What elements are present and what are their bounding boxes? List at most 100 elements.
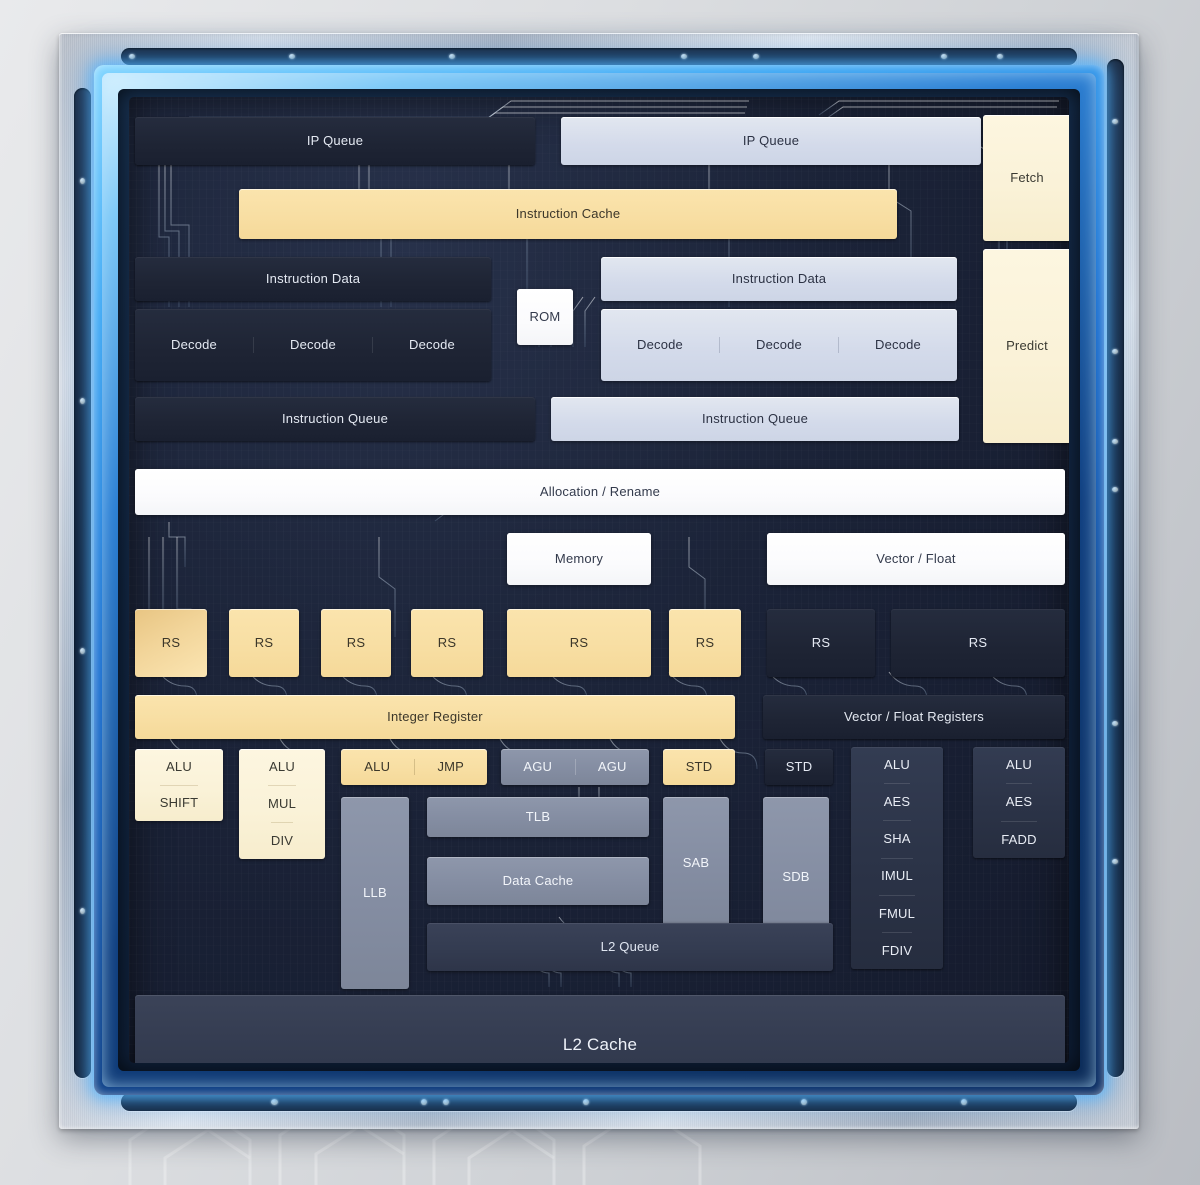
slot-pin bbox=[1112, 721, 1118, 726]
exec-unit-imul[interactable]: IMUL bbox=[881, 857, 913, 895]
block-fp-pipe-1[interactable]: ALU AES FADD bbox=[973, 747, 1065, 858]
block-label: IP Queue bbox=[742, 132, 800, 148]
block-std-gold[interactable]: STD bbox=[663, 749, 735, 785]
slot-pin bbox=[1112, 439, 1118, 444]
block-vector-float-registers[interactable]: Vector / Float Registers bbox=[763, 695, 1065, 739]
slot-pin bbox=[443, 1099, 449, 1105]
block-label: TLB bbox=[525, 808, 551, 824]
block-label: Fetch bbox=[1010, 169, 1044, 185]
block-allocation-rename[interactable]: Allocation / Rename bbox=[135, 469, 1065, 515]
exec-unit-agu[interactable]: AGU bbox=[574, 758, 650, 776]
exec-unit-div[interactable]: DIV bbox=[270, 822, 294, 859]
block-exec-port2[interactable]: ALU JMP bbox=[341, 749, 487, 785]
block-rs-vector-1[interactable]: RS bbox=[891, 609, 1065, 677]
decode-unit[interactable]: Decode bbox=[253, 336, 372, 354]
decode-unit[interactable]: Decode bbox=[601, 337, 719, 353]
block-agu-pair[interactable]: AGU AGU bbox=[501, 749, 649, 785]
block-rs-integer-0[interactable]: RS bbox=[135, 609, 207, 677]
page-root: IP Queue IP Queue Fetch Instruction Cach… bbox=[0, 0, 1200, 1185]
block-label: Integer Register bbox=[387, 708, 483, 724]
block-label: Decode bbox=[289, 336, 336, 352]
block-exec-port1[interactable]: ALU MUL DIV bbox=[239, 749, 325, 859]
block-sab[interactable]: SAB bbox=[663, 797, 729, 929]
slot-pin bbox=[421, 1099, 427, 1105]
block-fetch[interactable]: Fetch bbox=[983, 115, 1069, 241]
block-label: RS bbox=[437, 634, 457, 650]
block-label: Instruction Queue bbox=[701, 410, 809, 426]
exec-unit-jmp[interactable]: JMP bbox=[413, 758, 488, 776]
block-label: Vector / Float Registers bbox=[844, 708, 984, 724]
block-rs-integer-3[interactable]: RS bbox=[411, 609, 483, 677]
block-rs-integer-5[interactable]: RS bbox=[669, 609, 741, 677]
block-ip-queue-right[interactable]: IP Queue bbox=[561, 117, 981, 165]
block-std-dark[interactable]: STD bbox=[765, 749, 833, 785]
block-integer-register[interactable]: Integer Register bbox=[135, 695, 735, 739]
block-predict[interactable]: Predict bbox=[983, 249, 1069, 443]
block-instruction-cache[interactable]: Instruction Cache bbox=[239, 189, 897, 239]
block-label: FMUL bbox=[878, 905, 916, 921]
exec-unit-alu[interactable]: ALU bbox=[341, 759, 414, 775]
exec-unit-aes[interactable]: AES bbox=[1005, 783, 1033, 820]
block-vector-float-header[interactable]: Vector / Float bbox=[767, 533, 1065, 585]
exec-unit-fmul[interactable]: FMUL bbox=[878, 894, 916, 932]
block-label: DIV bbox=[270, 832, 294, 848]
slot-pin bbox=[289, 54, 295, 59]
block-rom[interactable]: ROM bbox=[517, 289, 573, 345]
block-label: ALU bbox=[1006, 757, 1032, 773]
block-fp-pipe-0[interactable]: ALU AES SHA IMUL FMUL FDIV bbox=[851, 747, 943, 969]
exec-unit-alu[interactable]: ALU bbox=[1006, 747, 1032, 783]
exec-unit-sha[interactable]: SHA bbox=[883, 820, 911, 857]
block-llb[interactable]: LLB bbox=[341, 797, 409, 989]
block-label: ALU bbox=[269, 758, 295, 774]
block-label: ALU bbox=[166, 758, 192, 774]
exec-unit-aes[interactable]: AES bbox=[883, 783, 911, 820]
block-label: FDIV bbox=[881, 942, 913, 958]
block-label: SAB bbox=[682, 854, 710, 870]
block-label: Instruction Queue bbox=[281, 410, 389, 426]
block-instruction-queue-right[interactable]: Instruction Queue bbox=[551, 397, 959, 441]
block-label: RS bbox=[161, 634, 181, 650]
block-label: Predict bbox=[1006, 337, 1048, 353]
block-instruction-data-left[interactable]: Instruction Data bbox=[135, 257, 491, 301]
block-tlb[interactable]: TLB bbox=[427, 797, 649, 837]
slot-pin bbox=[1112, 349, 1118, 354]
decode-unit[interactable]: Decode bbox=[719, 336, 838, 354]
block-label: Allocation / Rename bbox=[539, 483, 661, 499]
block-label: Decode bbox=[636, 336, 683, 352]
slot-pin bbox=[801, 1099, 807, 1105]
block-rs-integer-4[interactable]: RS bbox=[507, 609, 651, 677]
block-label: Decode bbox=[755, 336, 802, 352]
block-label: Data Cache bbox=[502, 872, 574, 888]
block-label: ALU bbox=[884, 756, 910, 772]
block-decode-group-left[interactable]: Decode Decode Decode bbox=[135, 309, 491, 381]
slot-pin bbox=[1112, 119, 1118, 124]
exec-unit-shift[interactable]: SHIFT bbox=[159, 784, 199, 822]
block-label: JMP bbox=[437, 758, 465, 774]
decode-unit[interactable]: Decode bbox=[135, 337, 253, 353]
exec-unit-alu[interactable]: ALU bbox=[884, 747, 910, 783]
block-rs-vector-0[interactable]: RS bbox=[767, 609, 875, 677]
block-l2-queue[interactable]: L2 Queue bbox=[427, 923, 833, 971]
block-label: Instruction Data bbox=[731, 270, 827, 286]
block-rs-integer-1[interactable]: RS bbox=[229, 609, 299, 677]
exec-unit-fadd[interactable]: FADD bbox=[1001, 820, 1037, 858]
decode-unit[interactable]: Decode bbox=[838, 336, 957, 354]
exec-unit-alu[interactable]: ALU bbox=[269, 749, 295, 785]
exec-unit-fdiv[interactable]: FDIV bbox=[881, 931, 913, 969]
block-memory-header[interactable]: Memory bbox=[507, 533, 651, 585]
block-label: IMUL bbox=[881, 868, 913, 884]
block-rs-integer-2[interactable]: RS bbox=[321, 609, 391, 677]
exec-unit-agu[interactable]: AGU bbox=[501, 759, 575, 775]
decode-unit[interactable]: Decode bbox=[372, 336, 491, 354]
exec-unit-mul[interactable]: MUL bbox=[267, 785, 297, 822]
block-instruction-data-right[interactable]: Instruction Data bbox=[601, 257, 957, 301]
exec-unit-alu[interactable]: ALU bbox=[166, 749, 192, 785]
block-decode-group-right[interactable]: Decode Decode Decode bbox=[601, 309, 957, 381]
block-exec-port0[interactable]: ALU SHIFT bbox=[135, 749, 223, 821]
block-instruction-queue-left[interactable]: Instruction Queue bbox=[135, 397, 535, 441]
block-data-cache[interactable]: Data Cache bbox=[427, 857, 649, 905]
block-l2-cache[interactable]: L2 Cache bbox=[135, 995, 1065, 1063]
block-label: AGU bbox=[523, 758, 553, 774]
block-label: Decode bbox=[170, 336, 217, 352]
block-ip-queue-left[interactable]: IP Queue bbox=[135, 117, 535, 165]
